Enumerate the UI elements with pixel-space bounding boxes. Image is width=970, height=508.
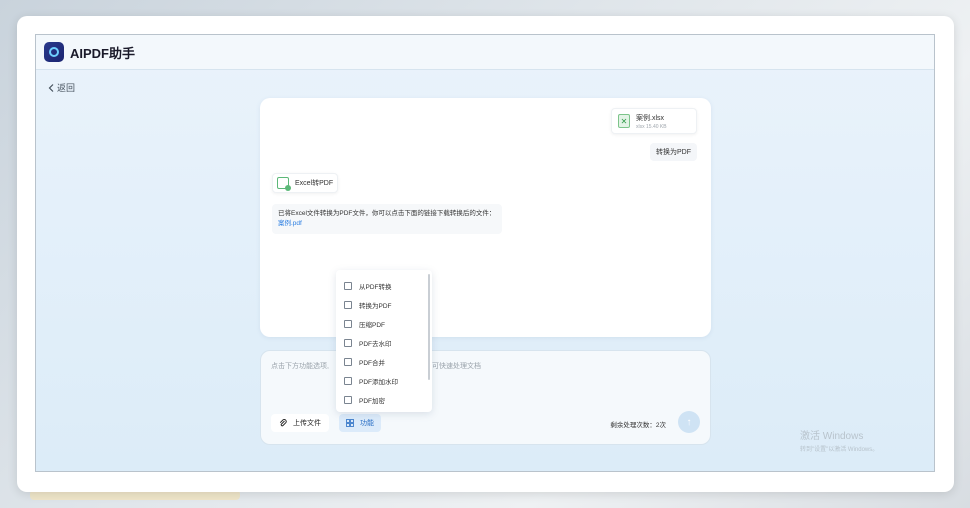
remaining-value: 2次: [655, 422, 666, 429]
app-title: AIPDF助手: [70, 45, 136, 61]
menu-item-add-watermark[interactable]: PDF添加水印: [336, 371, 432, 390]
function-dropdown: 从PDF转换 转换为PDF 压缩PDF PDF去水印 PDF合并 PDF添加水印…: [336, 270, 432, 412]
back-label: 返回: [57, 83, 76, 93]
remaining-label: 剩余处理次数：: [610, 422, 656, 429]
assistant-message: 已将Excel文件转换为PDF文件，你可以点击下面的链接下载转换后的文件： 案例…: [272, 204, 502, 234]
function-button[interactable]: 功能: [339, 414, 381, 432]
menu-item-label: 转换为PDF: [359, 302, 392, 310]
app-window: AIPDF助手 返回 ✕ 案例.xlsx xlsx 15.40 KB 转换为PD…: [35, 34, 935, 472]
menu-item-label: PDF合并: [359, 359, 385, 367]
menu-item-label: 从PDF转换: [359, 283, 392, 291]
upload-label: 上传文件: [293, 420, 321, 427]
message-composer[interactable]: 点击下方功能选项, 可快速处理文档 上传文件 功能 剩余处理次数：2次 ↑: [260, 350, 711, 445]
assistant-message-text: 已将Excel文件转换为PDF文件，你可以点击下面的链接下载转换后的文件：: [278, 210, 496, 217]
back-button[interactable]: 返回: [48, 81, 75, 94]
remove-watermark-icon: [344, 338, 352, 347]
menu-item-from-pdf[interactable]: 从PDF转换: [336, 276, 432, 295]
window-frame: AIPDF助手 返回 ✕ 案例.xlsx xlsx 15.40 KB 转换为PD…: [17, 16, 954, 492]
attachment-icon: [279, 419, 287, 427]
file-name: 案例.xlsx: [636, 114, 664, 122]
convert-to-pdf-icon: [344, 300, 352, 309]
menu-item-remove-watermark[interactable]: PDF去水印: [336, 333, 432, 352]
menu-item-encrypt-pdf[interactable]: PDF加密: [336, 390, 432, 409]
chat-panel: ✕ 案例.xlsx xlsx 15.40 KB 转换为PDF Excel转PDF…: [260, 98, 711, 337]
compress-pdf-icon: [344, 319, 352, 328]
menu-item-merge-pdf[interactable]: PDF合并: [336, 352, 432, 371]
function-label: 功能: [360, 420, 374, 427]
uploaded-file-card[interactable]: ✕ 案例.xlsx xlsx 15.40 KB: [611, 108, 697, 134]
dropdown-scrollbar[interactable]: [428, 274, 430, 380]
menu-item-label: 压缩PDF: [359, 321, 385, 329]
tool-card: Excel转PDF: [272, 173, 338, 193]
arrow-up-icon: ↑: [686, 416, 692, 428]
windows-activation-watermark: 激活 Windows 转到"设置"以激活 Windows。: [800, 427, 878, 453]
encrypt-pdf-icon: [344, 395, 352, 404]
user-message: 转换为PDF: [650, 143, 697, 161]
result-file-link[interactable]: 案例.pdf: [278, 219, 496, 229]
remaining-count: 剩余处理次数：2次: [610, 419, 666, 429]
menu-item-label: PDF添加水印: [359, 378, 398, 386]
excel-to-pdf-icon: [277, 177, 291, 191]
menu-item-to-pdf[interactable]: 转换为PDF: [336, 295, 432, 314]
tool-card-label: Excel转PDF: [295, 180, 334, 187]
excel-file-icon: ✕: [618, 114, 630, 128]
convert-from-pdf-icon: [344, 281, 352, 290]
composer-placeholder-tail: 可快速处理文档: [432, 363, 481, 370]
add-watermark-icon: [344, 376, 352, 385]
grid-icon: [346, 419, 354, 427]
menu-item-label: PDF加密: [359, 397, 385, 405]
send-button[interactable]: ↑: [678, 411, 700, 433]
menu-item-label: PDF去水印: [359, 340, 392, 348]
app-header: AIPDF助手: [36, 35, 934, 70]
merge-pdf-icon: [344, 357, 352, 366]
file-meta: xlsx 15.40 KB: [636, 123, 667, 130]
watermark-subtitle: 转到"设置"以激活 Windows。: [800, 447, 879, 453]
menu-item-compress-pdf[interactable]: 压缩PDF: [336, 314, 432, 333]
app-logo-icon: [44, 42, 64, 62]
chevron-left-icon: [48, 83, 54, 92]
watermark-title: 激活 Windows: [800, 431, 864, 442]
upload-file-button[interactable]: 上传文件: [271, 414, 329, 432]
